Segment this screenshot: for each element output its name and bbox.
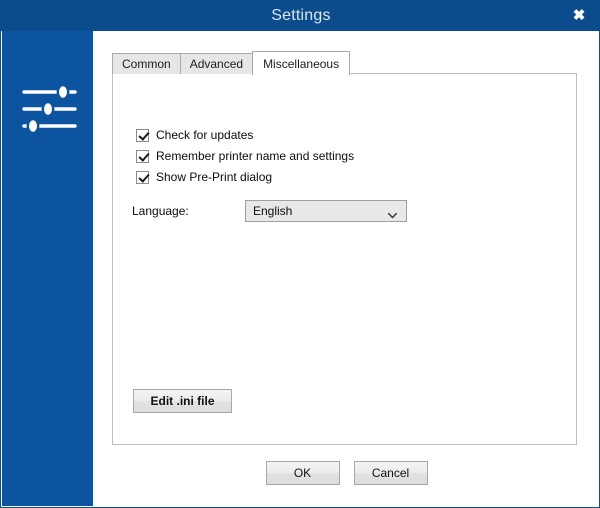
checkbox-row-show-preprint-dialog[interactable]: Show Pre-Print dialog	[136, 170, 272, 184]
settings-window: Settings ✖ Common Advanced Miscellaneous	[0, 0, 600, 508]
content-area: Common Advanced Miscellaneous Check for …	[93, 31, 599, 506]
tab-advanced[interactable]: Advanced	[179, 53, 254, 74]
show-preprint-dialog-checkbox[interactable]	[136, 170, 149, 184]
sliders-settings-icon	[21, 83, 78, 135]
language-selected-value: English	[253, 204, 293, 218]
checkbox-row-check-for-updates[interactable]: Check for updates	[136, 128, 253, 142]
check-for-updates-label: Check for updates	[156, 128, 254, 142]
ok-button[interactable]: OK	[265, 461, 340, 485]
language-row: Language: English	[132, 200, 407, 222]
tab-common[interactable]: Common	[112, 53, 181, 74]
close-icon[interactable]: ✖	[557, 0, 599, 31]
tab-miscellaneous[interactable]: Miscellaneous	[252, 51, 351, 75]
miscellaneous-panel: Check for updates Remember printer name …	[112, 73, 577, 445]
title-bar: Settings ✖	[1, 0, 599, 31]
remember-printer-checkbox[interactable]	[136, 149, 149, 163]
chevron-down-icon	[387, 208, 398, 219]
language-select[interactable]: English	[245, 200, 407, 222]
footer-buttons: OK Cancel	[93, 461, 599, 485]
cancel-button[interactable]: Cancel	[353, 461, 428, 485]
check-for-updates-checkbox[interactable]	[136, 128, 149, 142]
checkbox-row-remember-printer[interactable]: Remember printer name and settings	[136, 149, 354, 163]
show-preprint-dialog-label: Show Pre-Print dialog	[156, 170, 273, 184]
language-label: Language:	[132, 204, 189, 218]
edit-ini-file-button[interactable]: Edit .ini file	[133, 389, 232, 413]
tab-strip: Common Advanced Miscellaneous	[112, 51, 351, 75]
remember-printer-label: Remember printer name and settings	[156, 149, 355, 163]
sidebar	[2, 31, 93, 506]
window-title: Settings	[271, 6, 331, 24]
